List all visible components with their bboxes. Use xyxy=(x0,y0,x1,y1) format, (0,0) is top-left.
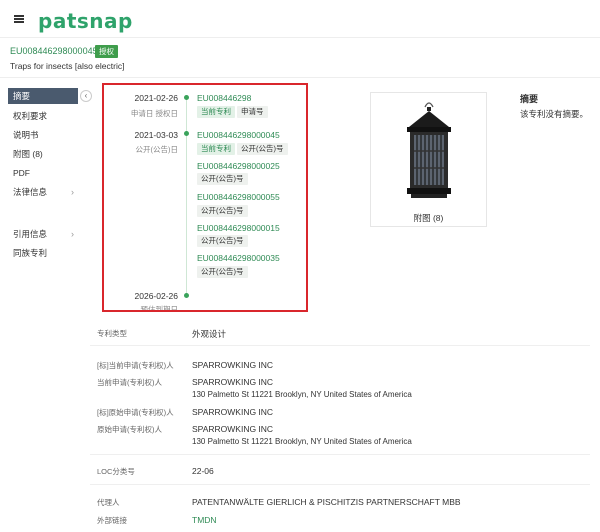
collapse-sidebar-icon[interactable]: ‹ xyxy=(80,90,92,102)
publication-link[interactable]: EU008446298000045 xyxy=(197,130,280,140)
timeline-date-label: 预估到期日 xyxy=(140,305,179,310)
tag-app-number: 申请号 xyxy=(237,106,268,118)
figure-caption: 附图 (8) xyxy=(413,213,444,223)
info-address: 130 Palmetto St 11221 Brooklyn, NY Unite… xyxy=(192,437,412,446)
timeline-dot xyxy=(184,293,189,298)
divider xyxy=(90,454,590,455)
info-value: SPARROWKING INC xyxy=(192,424,274,434)
sidebar-item-figures[interactable]: 附图 (8) xyxy=(8,146,78,162)
tag-current: 当前专利 xyxy=(197,143,235,155)
info-label: 当前申请(专利权)人 xyxy=(97,378,162,387)
sidebar-item-family[interactable]: 同族专利 xyxy=(8,245,78,261)
sidebar-item-legal[interactable]: 法律信息 › xyxy=(8,184,78,200)
application-number-link[interactable]: EU008446298 xyxy=(197,93,251,103)
timeline-date: 2026-02-26 xyxy=(134,291,178,301)
sidebar-item-pdf[interactable]: PDF xyxy=(8,165,78,181)
info-value: 外观设计 xyxy=(192,329,227,339)
info-address: 130 Palmetto St 11221 Brooklyn, NY Unite… xyxy=(192,390,412,399)
info-label: [标]原始申请(专利权)人 xyxy=(97,408,174,417)
timeline-date: 2021-03-03 xyxy=(134,130,178,140)
status-badge: 授权 xyxy=(95,45,118,58)
publication-link[interactable]: EU008446298000055 xyxy=(197,192,280,202)
info-value: PATENTANWÄLTE GIERLICH & PISCHITZIS PART… xyxy=(192,497,461,507)
info-label: 外部链接 xyxy=(97,516,127,525)
sidebar-item-claims[interactable]: 权利要求 xyxy=(8,108,78,124)
patent-number[interactable]: EU008446298000045 xyxy=(10,46,98,56)
publication-link[interactable]: EU008446298000015 xyxy=(197,223,280,233)
publication-link[interactable]: EU008446298000025 xyxy=(197,161,280,171)
info-label: 专利类型 xyxy=(97,329,127,338)
tag-current: 当前专利 xyxy=(197,106,235,118)
timeline-date: 2021-02-26 xyxy=(134,93,178,103)
timeline-date-label: 申请日 授权日 xyxy=(130,109,178,118)
tag-pub-number: 公开(公告)号 xyxy=(237,143,288,155)
patent-header: EU008446298000045 授权 Traps for insects [… xyxy=(0,38,600,78)
info-value: 22-06 xyxy=(192,466,214,476)
logo[interactable]: patsnap xyxy=(38,9,133,33)
tag-pub-number: 公开(公告)号 xyxy=(197,235,248,247)
divider xyxy=(90,345,590,346)
timeline-dot xyxy=(184,131,189,136)
sidebar-item-citations[interactable]: 引用信息 › xyxy=(8,226,78,242)
sidebar-item-description[interactable]: 说明书 xyxy=(8,127,78,143)
figure-card[interactable] xyxy=(370,92,487,227)
info-value: SPARROWKING INC xyxy=(192,360,274,370)
timeline-dot xyxy=(184,95,189,100)
patent-title: Traps for insects [also electric] xyxy=(10,61,125,71)
sidebar-item-abstract[interactable]: 摘要 xyxy=(8,88,78,104)
menu-icon[interactable] xyxy=(14,15,24,23)
timeline-line xyxy=(186,97,187,295)
sidebar-item-label: 法律信息 xyxy=(13,187,48,197)
sidebar-item-label: 引用信息 xyxy=(13,229,48,239)
tag-pub-number: 公开(公告)号 xyxy=(197,266,248,278)
info-label: [标]当前申请(专利权)人 xyxy=(97,361,174,370)
external-link[interactable]: TMDN xyxy=(192,515,217,525)
divider xyxy=(90,484,590,485)
publication-link[interactable]: EU008446298000035 xyxy=(197,253,280,263)
chevron-right-icon: › xyxy=(71,229,74,239)
info-label: 代理人 xyxy=(97,498,120,507)
info-value: SPARROWKING INC xyxy=(192,407,274,417)
insect-trap-lantern-image xyxy=(407,102,451,198)
abstract-text: 该专利没有摘要。 xyxy=(520,109,589,119)
abstract-title: 摘要 xyxy=(520,94,539,104)
timeline-date-label: 公开(公告)日 xyxy=(135,145,179,154)
info-value: SPARROWKING INC xyxy=(192,377,274,387)
tag-pub-number: 公开(公告)号 xyxy=(197,173,248,185)
info-label: 原始申请(专利权)人 xyxy=(97,425,162,434)
top-bar: patsnap xyxy=(0,0,600,38)
chevron-right-icon: › xyxy=(71,187,74,197)
info-label: LOC分类号 xyxy=(97,467,135,476)
tag-pub-number: 公开(公告)号 xyxy=(197,205,248,217)
